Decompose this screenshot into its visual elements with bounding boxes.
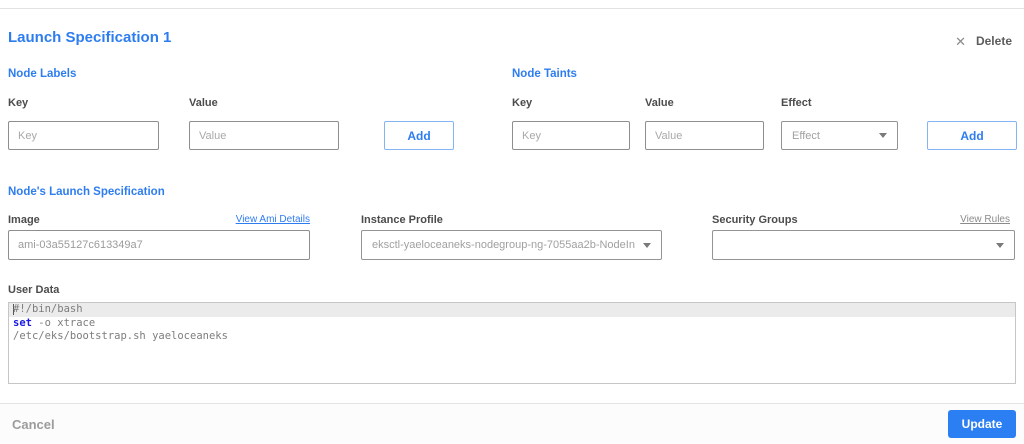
node-taints-section-title: Node Taints [512, 68, 577, 80]
view-ami-details-link[interactable]: View Ami Details [8, 214, 310, 225]
node-taints-effect-dropdown[interactable]: Effect [781, 121, 898, 150]
cancel-button[interactable]: Cancel [12, 417, 55, 432]
view-rules-link[interactable]: View Rules [712, 214, 1010, 225]
node-labels-add-button[interactable]: Add [384, 121, 454, 150]
chevron-down-icon [643, 242, 651, 248]
user-data-label: User Data [8, 284, 60, 296]
footer-divider [0, 403, 1024, 404]
update-button[interactable]: Update [948, 410, 1016, 438]
node-taints-effect-label: Effect [781, 97, 812, 109]
delete-button[interactable]: ✕ Delete [955, 34, 1012, 48]
user-data-code-editor[interactable]: #!/bin/bash set -o xtrace /etc/eks/boots… [8, 302, 1016, 384]
page-title: Launch Specification 1 [8, 29, 172, 46]
footer-bar [0, 404, 1024, 444]
node-labels-key-input[interactable] [8, 121, 159, 150]
node-taints-value-input[interactable] [645, 121, 764, 150]
code-line: #!/bin/bash [9, 303, 1015, 317]
code-line: /etc/eks/bootstrap.sh yaeloceaneks [13, 330, 228, 342]
instance-profile-value: eksctl-yaeloceaneks-nodegroup-ng-7055aa2… [372, 239, 635, 251]
chevron-down-icon [879, 133, 887, 138]
instance-profile-label: Instance Profile [361, 214, 443, 226]
chevron-down-icon [996, 242, 1004, 248]
close-icon: ✕ [955, 33, 966, 49]
launch-spec-section-title: Node's Launch Specification [8, 186, 165, 198]
launch-specification-panel: Launch Specification 1 ✕ Delete Node Lab… [0, 0, 1024, 444]
instance-profile-dropdown[interactable]: eksctl-yaeloceaneks-nodegroup-ng-7055aa2… [361, 230, 662, 260]
code-line: set -o xtrace [13, 316, 96, 329]
node-labels-key-label: Key [8, 97, 29, 109]
node-labels-section-title: Node Labels [8, 68, 77, 80]
node-taints-key-label: Key [512, 97, 533, 109]
node-taints-add-button[interactable]: Add [927, 121, 1017, 150]
top-divider [0, 8, 1024, 9]
node-taints-key-input[interactable] [512, 121, 630, 150]
node-labels-value-input[interactable] [189, 121, 339, 150]
effect-dropdown-placeholder: Effect [792, 129, 820, 142]
security-groups-dropdown[interactable] [712, 230, 1015, 260]
node-taints-value-label: Value [645, 97, 674, 109]
delete-label: Delete [975, 34, 1012, 48]
image-input[interactable] [8, 230, 310, 260]
node-labels-value-label: Value [189, 97, 218, 109]
